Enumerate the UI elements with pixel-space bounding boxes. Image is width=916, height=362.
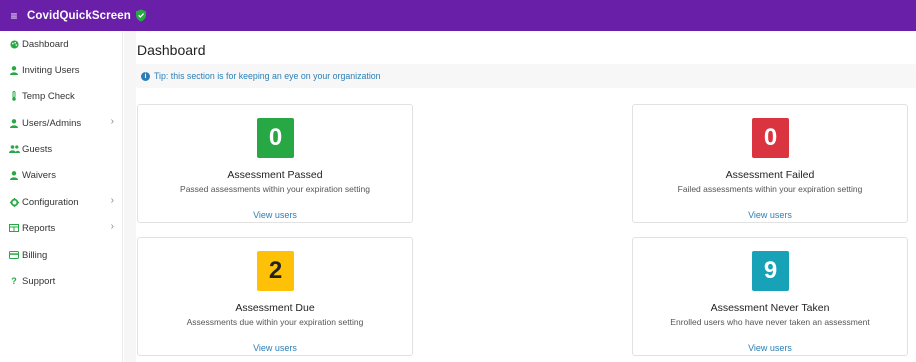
chevron-right-icon: ›: [110, 221, 114, 232]
view-users-link[interactable]: View users: [138, 210, 412, 220]
sidebar-item-support[interactable]: ? Support: [0, 270, 123, 292]
user-icon: [0, 118, 20, 128]
view-users-link[interactable]: View users: [633, 210, 907, 220]
sidebar-item-temp-check[interactable]: Temp Check: [0, 85, 123, 107]
question-icon: ?: [11, 276, 17, 286]
card-subtitle: Failed assessments within your expiratio…: [677, 184, 863, 194]
hamburger-menu-icon[interactable]: ≡: [5, 10, 23, 22]
sidebar-item-label: Reports: [22, 222, 56, 234]
top-bar: ≡ CovidQuickScreen: [0, 0, 916, 31]
sidebar-item-label: Temp Check: [22, 90, 75, 102]
sidebar-item-inviting-users[interactable]: Inviting Users: [0, 59, 123, 81]
count-badge: 2: [257, 251, 294, 291]
chevron-right-icon: ›: [110, 116, 114, 127]
assessment-passed-card: 0 Assessment Passed Passed assessments w…: [137, 104, 413, 223]
main-panel: Dashboard i Tip: this section is for kee…: [136, 31, 916, 362]
tip-banner: i Tip: this section is for keeping an ey…: [136, 64, 916, 88]
sidebar-item-billing[interactable]: Billing: [0, 244, 123, 266]
card-title: Assessment Due: [235, 302, 315, 314]
assessment-never-taken-card: 9 Assessment Never Taken Enrolled users …: [632, 237, 908, 356]
count-badge: 0: [752, 118, 789, 158]
sidebar-item-label: Guests: [22, 143, 53, 155]
app-title[interactable]: CovidQuickScreen: [27, 10, 131, 22]
thermometer-icon: [0, 91, 20, 101]
credit-card-icon: [0, 251, 20, 259]
main-content: Dashboard i Tip: this section is for kee…: [124, 31, 916, 362]
sidebar-item-label: Support: [22, 275, 56, 287]
shield-check-icon: [135, 9, 147, 22]
sidebar-item-label: Waivers: [22, 169, 56, 181]
sidebar-item-label: Users/Admins: [22, 117, 82, 129]
view-users-link[interactable]: View users: [633, 343, 907, 353]
card-title: Assessment Passed: [227, 169, 323, 181]
chevron-right-icon: ›: [110, 195, 114, 206]
card-subtitle: Passed assessments within your expiratio…: [180, 184, 370, 194]
palette-icon: [0, 39, 20, 49]
tip-text: Tip: this section is for keeping an eye …: [154, 71, 381, 81]
view-users-link[interactable]: View users: [138, 343, 412, 353]
count-badge: 0: [257, 118, 294, 158]
gear-icon: [0, 197, 20, 207]
sidebar-item-waivers[interactable]: Waivers: [0, 164, 123, 186]
sidebar-item-configuration[interactable]: Configuration ›: [0, 191, 123, 213]
sidebar-item-guests[interactable]: Guests: [0, 138, 123, 160]
card-subtitle: Assessments due within your expiration s…: [186, 317, 364, 327]
card-subtitle: Enrolled users who have never taken an a…: [670, 317, 870, 327]
users-icon: [0, 145, 20, 153]
sidebar: Dashboard Inviting Users Temp Check User…: [0, 31, 123, 362]
sidebar-item-label: Dashboard: [22, 38, 69, 50]
assessment-failed-card: 0 Assessment Failed Failed assessments w…: [632, 104, 908, 223]
sidebar-item-label: Inviting Users: [22, 64, 80, 76]
table-icon: [0, 224, 20, 232]
page-title: Dashboard: [137, 42, 206, 58]
user-icon: [0, 65, 20, 75]
card-title: Assessment Never Taken: [710, 302, 830, 314]
sidebar-item-users-admins[interactable]: Users/Admins ›: [0, 112, 123, 134]
assessment-due-card: 2 Assessment Due Assessments due within …: [137, 237, 413, 356]
user-icon: [0, 170, 20, 180]
info-icon: i: [141, 71, 150, 81]
sidebar-item-label: Configuration: [22, 196, 79, 208]
sidebar-item-dashboard[interactable]: Dashboard: [0, 33, 123, 55]
sidebar-item-label: Billing: [22, 249, 48, 261]
count-badge: 9: [752, 251, 789, 291]
card-title: Assessment Failed: [725, 169, 815, 181]
sidebar-item-reports[interactable]: Reports ›: [0, 217, 123, 239]
